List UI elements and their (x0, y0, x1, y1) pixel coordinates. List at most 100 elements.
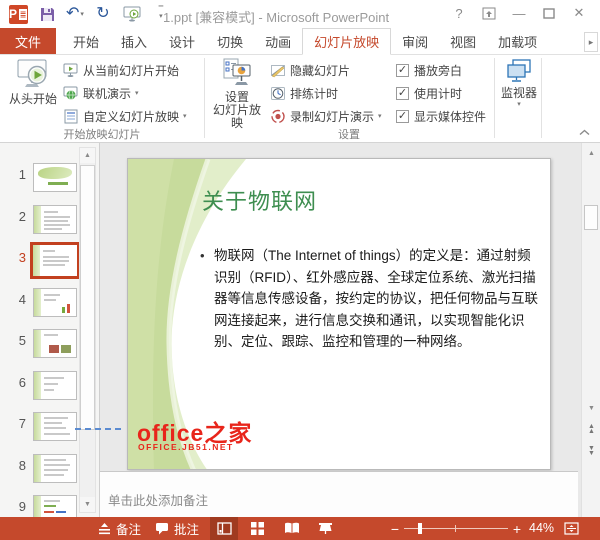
workspace: 1 2 3 4 (0, 143, 600, 517)
from-current-slide-button[interactable]: 从当前幻灯片开始 (63, 60, 179, 80)
slide-body-text[interactable]: • 物联网（The Internet of things）的定义是：通过射频识别… (214, 245, 544, 353)
record-slideshow-button[interactable]: 录制幻灯片演示 ▾ (270, 106, 382, 126)
slide-thumbnail[interactable] (33, 454, 77, 483)
dropdown-icon[interactable]: ▾ (378, 112, 382, 120)
slide-number: 5 (8, 333, 26, 348)
powerpoint-window: P≣ ↶ ▾ ↻ ▔▾ 1.ppt [兼容模式] - Microsoft Pow… (0, 0, 600, 540)
use-timings-checkbox[interactable]: ✓ 使用计时 (396, 84, 462, 102)
watermark-subtitle: OFFICE.JB51.NET (138, 442, 234, 452)
scroll-down-icon[interactable]: ▼ (80, 497, 95, 512)
start-slideshow-qat-button[interactable] (122, 4, 142, 24)
zoom-out-button[interactable]: − (388, 517, 402, 540)
comments-toggle-button[interactable]: 批注 (155, 517, 199, 540)
dropdown-icon[interactable]: ▾ (135, 89, 139, 97)
show-media-controls-checkbox[interactable]: ✓ 显示媒体控件 (396, 107, 486, 125)
tab-file[interactable]: 文件 (0, 28, 56, 54)
next-slide-button[interactable]: ▼▼ (584, 443, 599, 458)
scroll-down-icon[interactable]: ▼ (584, 401, 599, 416)
monitors-button[interactable]: 监视器 ▾ (497, 57, 541, 108)
tab-transitions[interactable]: 切换 (206, 28, 254, 54)
window-controls: ? — ✕ (450, 4, 588, 22)
slide-number: 1 (8, 167, 26, 182)
tab-view[interactable]: 视图 (439, 28, 487, 54)
close-button[interactable]: ✕ (570, 4, 588, 22)
zoom-in-button[interactable]: + (510, 517, 524, 540)
minimize-button[interactable]: — (510, 4, 528, 22)
notes-pane[interactable]: 单击此处添加备注 (100, 471, 578, 517)
scrollbar-thumb[interactable] (80, 165, 95, 430)
scroll-up-icon[interactable]: ▲ (584, 146, 599, 161)
play-narrations-checkbox[interactable]: ✓ 播放旁白 (396, 61, 462, 79)
main-vertical-scrollbar[interactable]: ▲ ▼ ▲▲ ▼▼ (581, 143, 600, 517)
tab-home[interactable]: 开始 (62, 28, 110, 54)
tab-scroll-button[interactable]: ▸ (584, 32, 598, 52)
undo-dropdown-icon[interactable]: ▾ (80, 10, 84, 18)
slide-canvas[interactable]: 关于物联网 • 物联网（The Internet of things）的定义是：… (127, 158, 551, 470)
slide-thumbnail[interactable] (33, 412, 77, 441)
slide-thumbnail[interactable] (33, 329, 77, 358)
slide-sorter-icon (251, 522, 264, 535)
scroll-up-icon[interactable]: ▲ (80, 148, 95, 163)
hide-slide-button[interactable]: 隐藏幻灯片 (270, 60, 350, 80)
tab-slideshow-active[interactable]: 幻灯片放映 (302, 28, 391, 55)
fit-to-window-icon (564, 522, 579, 535)
ribbon-display-options-button[interactable] (480, 4, 498, 22)
slide-thumbnail[interactable] (33, 205, 77, 234)
powerpoint-logo-icon[interactable]: P≣ (8, 4, 28, 24)
ribbon-slideshow: 从头开始 从当前幻灯片开始 联机演示 ▾ 自定义幻灯片放映 ▾ 开始放映幻灯片 (0, 55, 600, 143)
undo-button[interactable]: ↶ ▾ (66, 6, 84, 22)
scrollbar-thumb[interactable] (584, 205, 598, 230)
save-icon[interactable] (37, 4, 57, 24)
slide-title-text[interactable]: 关于物联网 (202, 184, 317, 216)
from-beginning-icon (15, 57, 51, 91)
thumbnail-scrollbar[interactable]: ▲ ▼ (79, 147, 96, 513)
group-label-start-slideshow: 开始放映幻灯片 (0, 126, 204, 142)
tab-design[interactable]: 设计 (158, 28, 206, 54)
from-current-slide-icon (63, 63, 79, 78)
slide-thumbnail-panel: 1 2 3 4 (0, 143, 100, 517)
slide-number: 6 (8, 375, 26, 390)
checkbox-checked-icon: ✓ (396, 110, 409, 123)
tab-animations[interactable]: 动画 (254, 28, 302, 54)
present-online-icon (63, 86, 79, 101)
slide-thumbnail-selected[interactable] (30, 242, 80, 279)
zoom-slider-center-tick (455, 525, 456, 532)
help-button[interactable]: ? (450, 4, 468, 22)
slide-thumbnail[interactable] (33, 371, 77, 400)
tab-review[interactable]: 审阅 (391, 28, 439, 54)
setup-slideshow-button[interactable]: 设置幻灯片放映 (208, 57, 266, 130)
notes-toggle-button[interactable]: 备注 (98, 517, 141, 540)
group-separator (494, 58, 495, 138)
previous-slide-button[interactable]: ▲▲ (584, 421, 599, 436)
redo-button[interactable]: ↻ (93, 4, 113, 24)
slideshow-view-button[interactable] (311, 517, 339, 540)
slide-number: 7 (8, 416, 26, 431)
dropdown-icon[interactable]: ▾ (517, 100, 521, 108)
group-label-setup: 设置 (204, 126, 494, 142)
custom-slideshow-button[interactable]: 自定义幻灯片放映 ▾ (63, 106, 187, 126)
notes-placeholder[interactable]: 单击此处添加备注 (108, 490, 208, 509)
title-bar: P≣ ↶ ▾ ↻ ▔▾ 1.ppt [兼容模式] - Microsoft Pow… (0, 0, 600, 28)
tab-addins[interactable]: 加载项 (487, 28, 548, 54)
notes-toggle-icon (98, 523, 111, 535)
comment-icon (155, 522, 169, 535)
bullet-icon: • (200, 245, 205, 267)
slide-number-selected: 3 (8, 250, 26, 265)
zoom-level[interactable]: 44% (529, 521, 554, 535)
rehearse-timings-button[interactable]: 排练计时 (270, 83, 338, 103)
slide-thumbnail[interactable] (33, 163, 77, 192)
maximize-button[interactable] (540, 4, 558, 22)
slide-sorter-view-button[interactable] (243, 517, 271, 540)
checkbox-checked-icon: ✓ (396, 64, 409, 77)
checkbox-checked-icon: ✓ (396, 87, 409, 100)
dropdown-icon[interactable]: ▾ (183, 112, 187, 120)
slide-thumbnail[interactable] (33, 288, 77, 317)
normal-view-button[interactable] (210, 517, 238, 540)
reading-view-button[interactable] (278, 517, 306, 540)
tab-insert[interactable]: 插入 (110, 28, 158, 54)
zoom-slider-thumb[interactable] (418, 523, 422, 534)
from-beginning-button[interactable]: 从头开始 (6, 57, 60, 106)
fit-slide-to-window-button[interactable] (560, 517, 582, 540)
collapse-ribbon-button[interactable] (576, 125, 592, 139)
present-online-button[interactable]: 联机演示 ▾ (63, 83, 139, 103)
